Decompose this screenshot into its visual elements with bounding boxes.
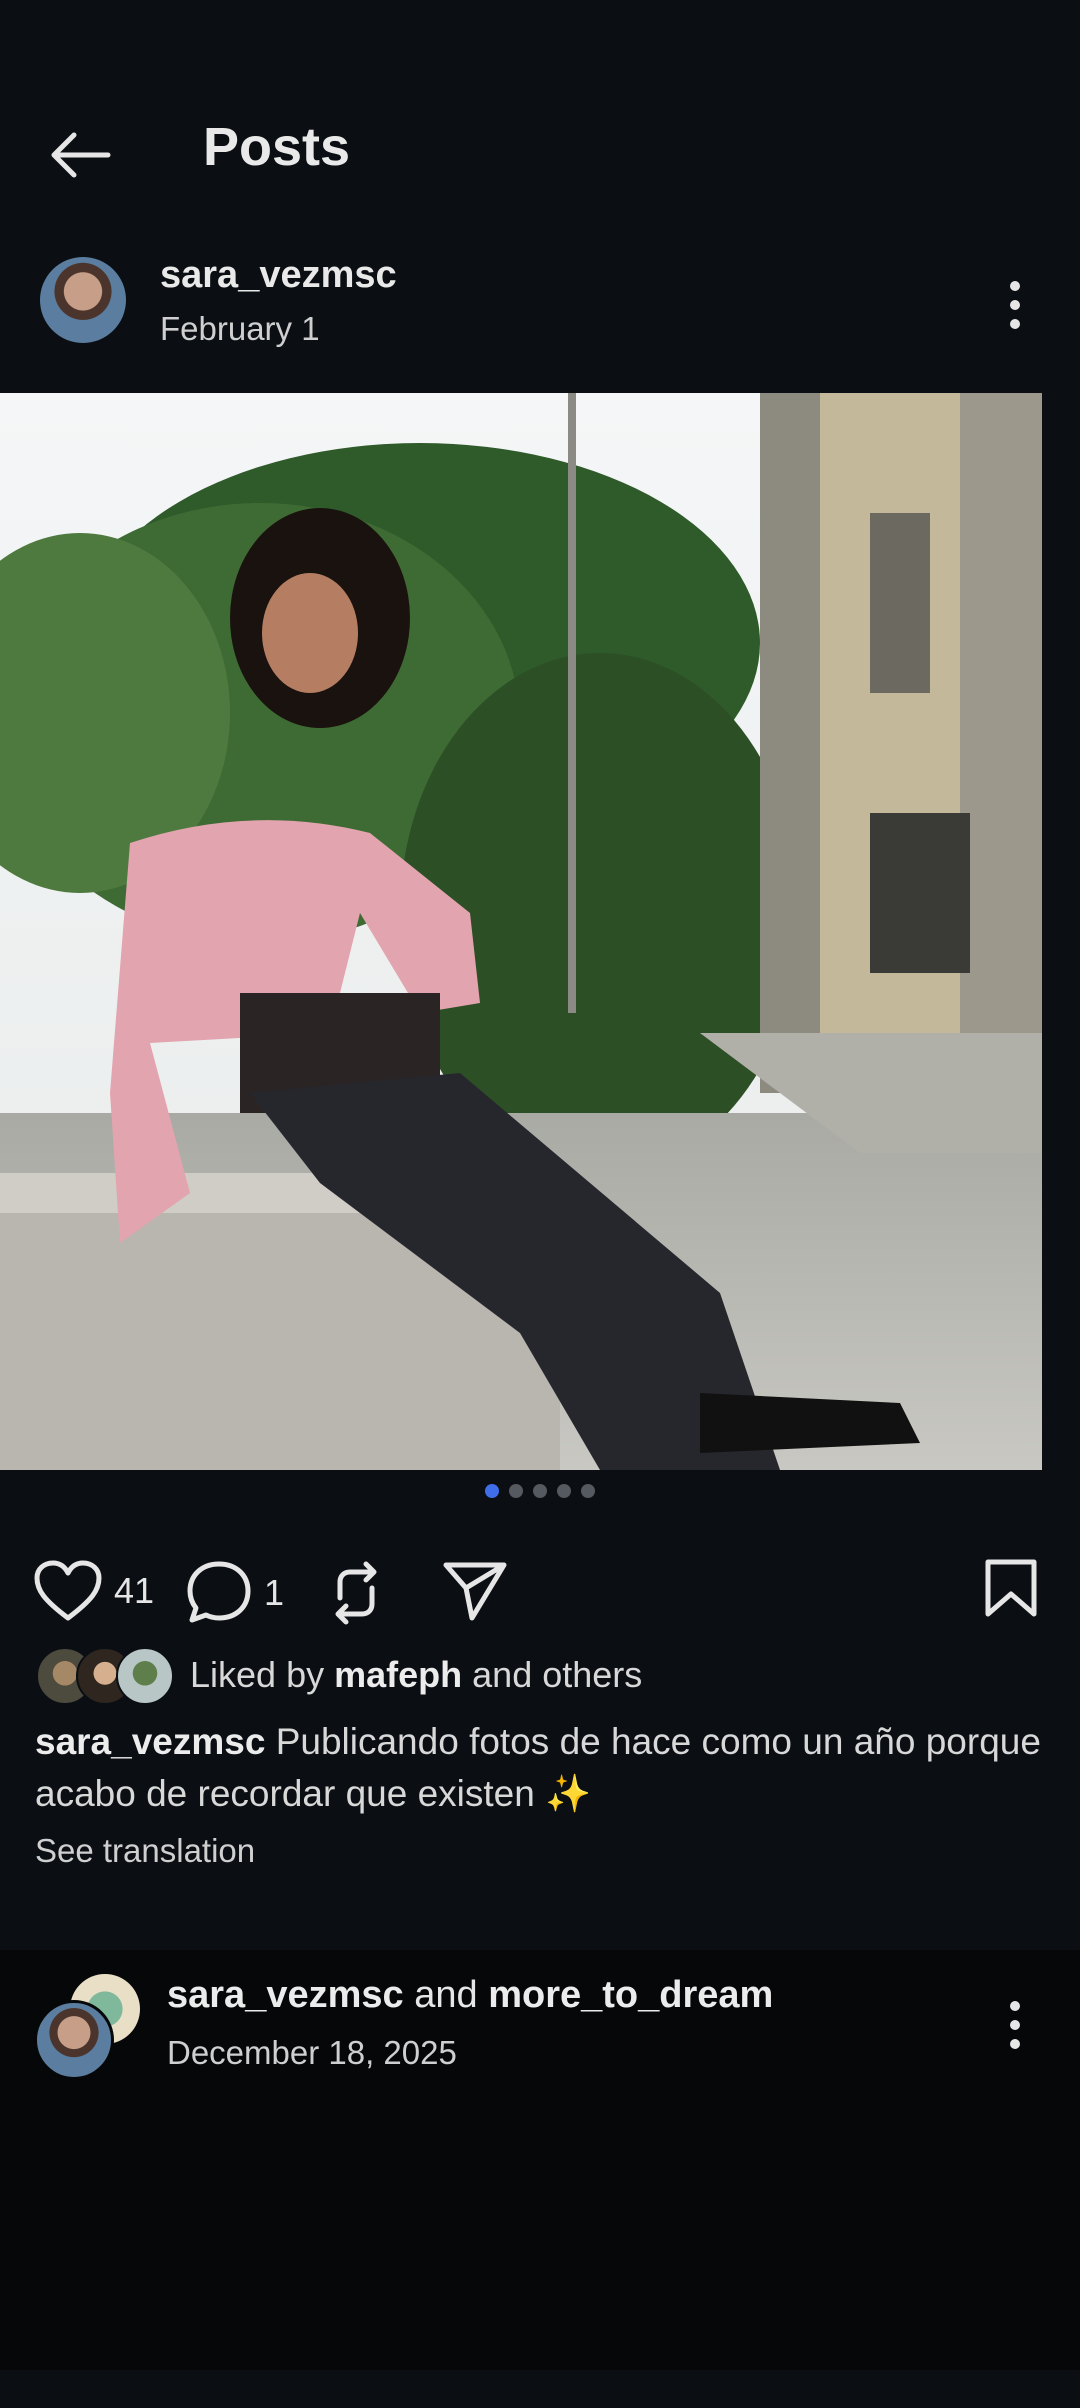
avatar xyxy=(116,1647,174,1705)
carousel-dot xyxy=(533,1484,547,1498)
see-translation-link[interactable]: See translation xyxy=(35,1832,255,1870)
post-card: sara_vezmsc February 1 41 1 Liked by maf… xyxy=(0,220,1080,1950)
comment-count: 1 xyxy=(264,1572,285,1613)
post-header: sara_vezmsc February 1 xyxy=(0,220,1080,390)
collab-user-1[interactable]: sara_vezmsc xyxy=(167,1974,404,2016)
send-icon xyxy=(443,1562,507,1621)
bookmark-icon xyxy=(985,1559,1037,1617)
post-username[interactable]: sara_vezmsc xyxy=(160,254,397,297)
carousel-dot xyxy=(485,1484,499,1498)
more-options-button[interactable] xyxy=(990,1995,1040,2055)
collab-names: sara_vezmsc and more_to_dream xyxy=(167,1974,773,2017)
like-button[interactable]: 41 xyxy=(34,1560,154,1622)
back-button[interactable] xyxy=(40,120,120,190)
more-vertical-icon xyxy=(1010,281,1020,329)
like-count: 41 xyxy=(114,1570,155,1611)
arrow-left-icon xyxy=(51,132,111,178)
post-actions: 41 1 xyxy=(0,1520,1080,1630)
heart-icon xyxy=(34,1560,102,1621)
navigation-bar xyxy=(0,2370,1080,2408)
post-caption: sara_vezmsc Publicando fotos de hace com… xyxy=(35,1716,1045,1820)
next-post-date: December 18, 2025 xyxy=(167,2034,457,2071)
save-button[interactable] xyxy=(984,1558,1038,1618)
liked-by-username[interactable]: mafeph xyxy=(334,1654,462,1695)
post-image xyxy=(0,393,1042,1470)
share-button[interactable] xyxy=(442,1560,508,1622)
carousel-dot xyxy=(509,1484,523,1498)
repost-button[interactable] xyxy=(328,1560,384,1626)
next-post-card: sara_vezmsc and more_to_dream December 1… xyxy=(0,1950,1080,2370)
caption-username[interactable]: sara_vezmsc xyxy=(35,1721,265,1762)
liker-avatars xyxy=(36,1647,176,1705)
status-bar xyxy=(0,0,1080,80)
liked-by-row[interactable]: Liked by mafeph and others xyxy=(36,1640,642,1710)
more-options-button[interactable] xyxy=(990,275,1040,335)
post-photo[interactable] xyxy=(0,393,1042,1470)
liked-by-text: Liked by mafeph and others xyxy=(190,1654,642,1696)
liked-by-prefix: Liked by xyxy=(190,1654,325,1695)
carousel-dot xyxy=(581,1484,595,1498)
avatar[interactable] xyxy=(34,2000,114,2080)
post-date: February 1 xyxy=(160,310,320,347)
page-title: Posts xyxy=(203,117,351,177)
more-vertical-icon xyxy=(1010,2001,1020,2049)
collab-user-2[interactable]: more_to_dream xyxy=(488,1974,773,2016)
top-app-bar: Posts xyxy=(0,80,1080,220)
avatar[interactable] xyxy=(40,257,126,343)
collab-joiner: and xyxy=(414,1974,478,2016)
comment-icon xyxy=(187,1561,251,1623)
carousel-dot xyxy=(557,1484,571,1498)
repost-icon xyxy=(335,1561,377,1625)
carousel-indicator xyxy=(0,1484,1080,1504)
comment-button[interactable]: 1 xyxy=(186,1560,284,1626)
liked-by-suffix: and others xyxy=(472,1654,643,1695)
